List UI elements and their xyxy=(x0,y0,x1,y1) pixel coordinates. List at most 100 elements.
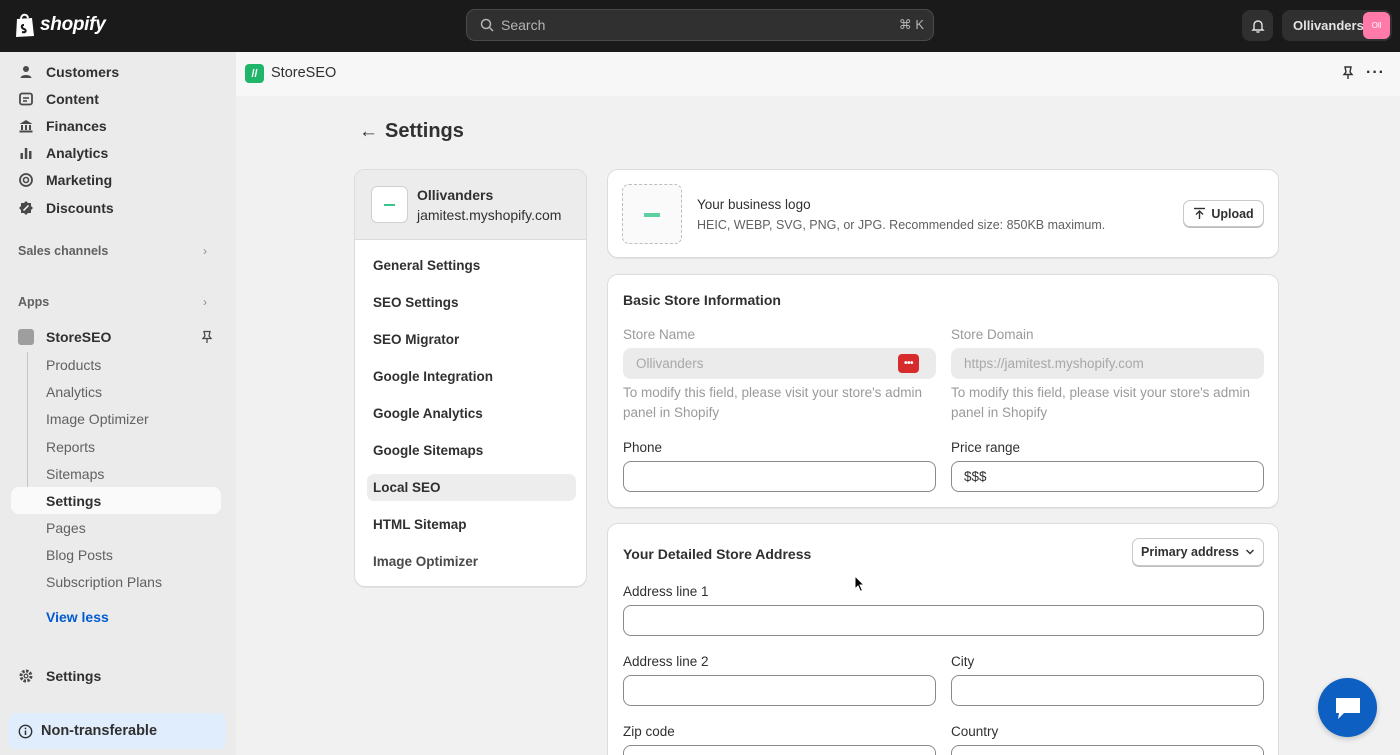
sidebar-subitem-blog-posts[interactable]: Blog Posts xyxy=(46,547,113,563)
phone-field[interactable] xyxy=(623,461,936,492)
business-logo-subtitle: HEIC, WEBP, SVG, PNG, or JPG. Recommende… xyxy=(697,218,1106,232)
settings-nav-google-integration[interactable]: Google Integration xyxy=(373,369,493,384)
pin-icon[interactable] xyxy=(1340,65,1356,81)
sidebar-item-label: Settings xyxy=(46,668,102,684)
storeseo-logo-icon: // xyxy=(245,64,264,83)
shopify-bag-icon xyxy=(16,13,34,37)
page-title: Settings xyxy=(385,120,464,142)
settings-nav-local-seo[interactable]: Local SEO xyxy=(373,480,441,495)
zip-label: Zip code xyxy=(623,724,675,739)
country-field[interactable] xyxy=(951,745,1264,755)
sidebar-item-label: Discounts xyxy=(46,200,114,216)
country-label: Country xyxy=(951,724,999,739)
zip-field[interactable] xyxy=(623,745,936,755)
store-menu-button[interactable]: Ollivanders Oll xyxy=(1282,10,1392,41)
store-name-help: To modify this field, please visit your … xyxy=(623,385,922,420)
address-title: Your Detailed Store Address xyxy=(623,546,812,562)
settings-nav-seo-migrator[interactable]: SEO Migrator xyxy=(373,332,459,347)
shopify-logo[interactable]: shopify xyxy=(14,12,106,38)
store-name-field[interactable]: Ollivanders ••• xyxy=(623,348,936,379)
sidebar-item-storeseo[interactable]: StoreSEO xyxy=(18,325,111,349)
store-domain-field[interactable]: https://jamitest.myshopify.com xyxy=(951,348,1264,379)
sidebar-item-content[interactable]: Content xyxy=(18,87,99,111)
basic-info-card: Basic Store Information Store Name Olliv… xyxy=(607,274,1279,508)
price-range-field[interactable]: $$$ xyxy=(951,461,1264,492)
settings-nav-seo[interactable]: SEO Settings xyxy=(373,295,459,310)
info-icon xyxy=(18,724,33,738)
settings-nav-html-sitemap[interactable]: HTML Sitemap xyxy=(373,517,467,532)
target-icon xyxy=(19,173,33,187)
brand-name: shopify xyxy=(40,14,106,35)
settings-nav-google-analytics[interactable]: Google Analytics xyxy=(373,406,483,421)
store-name: Ollivanders xyxy=(417,187,494,203)
store-name: Ollivanders xyxy=(1293,18,1364,33)
settings-nav-google-sitemaps[interactable]: Google Sitemaps xyxy=(373,443,483,458)
sidebar-item-analytics[interactable]: Analytics xyxy=(18,141,108,165)
top-bar: shopify Search ⌘ K Ollivanders Oll xyxy=(0,0,1400,52)
settings-nav-general[interactable]: General Settings xyxy=(373,258,480,273)
settings-nav-image-optimizer[interactable]: Image Optimizer xyxy=(373,554,478,569)
sidebar-item-finances[interactable]: Finances xyxy=(18,114,107,138)
upload-button[interactable]: Upload xyxy=(1183,200,1264,227)
sidebar-subitem-sitemaps[interactable]: Sitemaps xyxy=(46,466,104,482)
search-icon xyxy=(480,18,494,32)
store-domain-value: https://jamitest.myshopify.com xyxy=(964,356,1144,371)
store-header: Ollivanders jamitest.myshopify.com xyxy=(355,170,586,240)
sidebar-subitem-subscription-plans[interactable]: Subscription Plans xyxy=(46,574,162,590)
address-line1-label: Address line 1 xyxy=(623,584,709,599)
chevron-right-icon[interactable]: › xyxy=(203,244,207,258)
sidebar-item-label: Marketing xyxy=(46,172,113,188)
bank-icon xyxy=(19,120,33,133)
address-line1-field[interactable] xyxy=(623,605,1264,636)
person-icon xyxy=(20,66,32,78)
more-options-icon[interactable]: ··· xyxy=(1366,64,1385,82)
sidebar-subitem-image-optimizer[interactable]: Image Optimizer xyxy=(46,411,149,427)
sidebar-subitem-pages[interactable]: Pages xyxy=(46,520,86,536)
discount-icon xyxy=(19,201,33,215)
sidebar-item-customers[interactable]: Customers xyxy=(18,60,119,84)
logo-preview[interactable] xyxy=(622,184,682,244)
search-input[interactable]: Search ⌘ K xyxy=(466,9,934,41)
sidebar-item-label: Finances xyxy=(46,118,107,134)
store-domain-help: To modify this field, please visit your … xyxy=(951,385,1250,420)
sidebar-section-sales-channels[interactable]: Sales channels xyxy=(18,244,108,258)
sidebar-item-discounts[interactable]: Discounts xyxy=(18,196,114,220)
primary-address-label: Primary address xyxy=(1141,545,1239,559)
sidebar-subitem-products[interactable]: Products xyxy=(46,357,101,373)
sidebar-subitem-settings[interactable]: Settings xyxy=(46,493,101,509)
business-logo-title: Your business logo xyxy=(697,197,811,212)
view-less-link[interactable]: View less xyxy=(46,609,109,625)
primary-address-dropdown[interactable]: Primary address xyxy=(1132,538,1264,566)
storeseo-app-icon xyxy=(18,329,34,345)
settings-nav-card: Ollivanders jamitest.myshopify.com Gener… xyxy=(354,169,587,587)
sidebar-item-marketing[interactable]: Marketing xyxy=(18,168,112,192)
pin-icon[interactable] xyxy=(200,330,214,344)
address-line2-field[interactable] xyxy=(623,675,936,706)
address-line2-label: Address line 2 xyxy=(623,654,709,669)
non-transferable-banner[interactable]: Non-transferable xyxy=(8,713,226,749)
store-name-value: Ollivanders xyxy=(636,356,704,371)
chat-support-button[interactable] xyxy=(1318,678,1377,737)
sidebar-section-apps[interactable]: Apps xyxy=(18,295,49,309)
bar-chart-icon xyxy=(20,148,32,159)
sidebar-item-settings[interactable]: Settings xyxy=(18,664,101,688)
basic-info-title: Basic Store Information xyxy=(623,292,781,308)
content-icon xyxy=(19,92,33,106)
city-field[interactable] xyxy=(951,675,1264,706)
sidebar-subitem-reports[interactable]: Reports xyxy=(46,439,95,455)
password-manager-icon[interactable]: ••• xyxy=(898,354,919,373)
notifications-button[interactable] xyxy=(1242,10,1273,41)
business-logo-card: Your business logo HEIC, WEBP, SVG, PNG,… xyxy=(607,169,1279,258)
back-arrow-icon[interactable]: ← xyxy=(359,121,378,143)
non-transferable-label: Non-transferable xyxy=(41,723,158,739)
sidebar-item-label: Analytics xyxy=(46,145,109,161)
chevron-right-icon[interactable]: › xyxy=(203,295,207,309)
gear-icon xyxy=(19,669,33,683)
upload-icon xyxy=(1194,207,1206,219)
app-header: // StoreSEO ··· xyxy=(236,52,1400,96)
sidebar-subitem-analytics[interactable]: Analytics xyxy=(46,384,102,400)
store-name-label: Store Name xyxy=(623,327,696,342)
phone-label: Phone xyxy=(623,440,663,455)
sidebar-item-label: StoreSEO xyxy=(46,329,112,345)
chevron-down-icon xyxy=(1245,549,1254,555)
